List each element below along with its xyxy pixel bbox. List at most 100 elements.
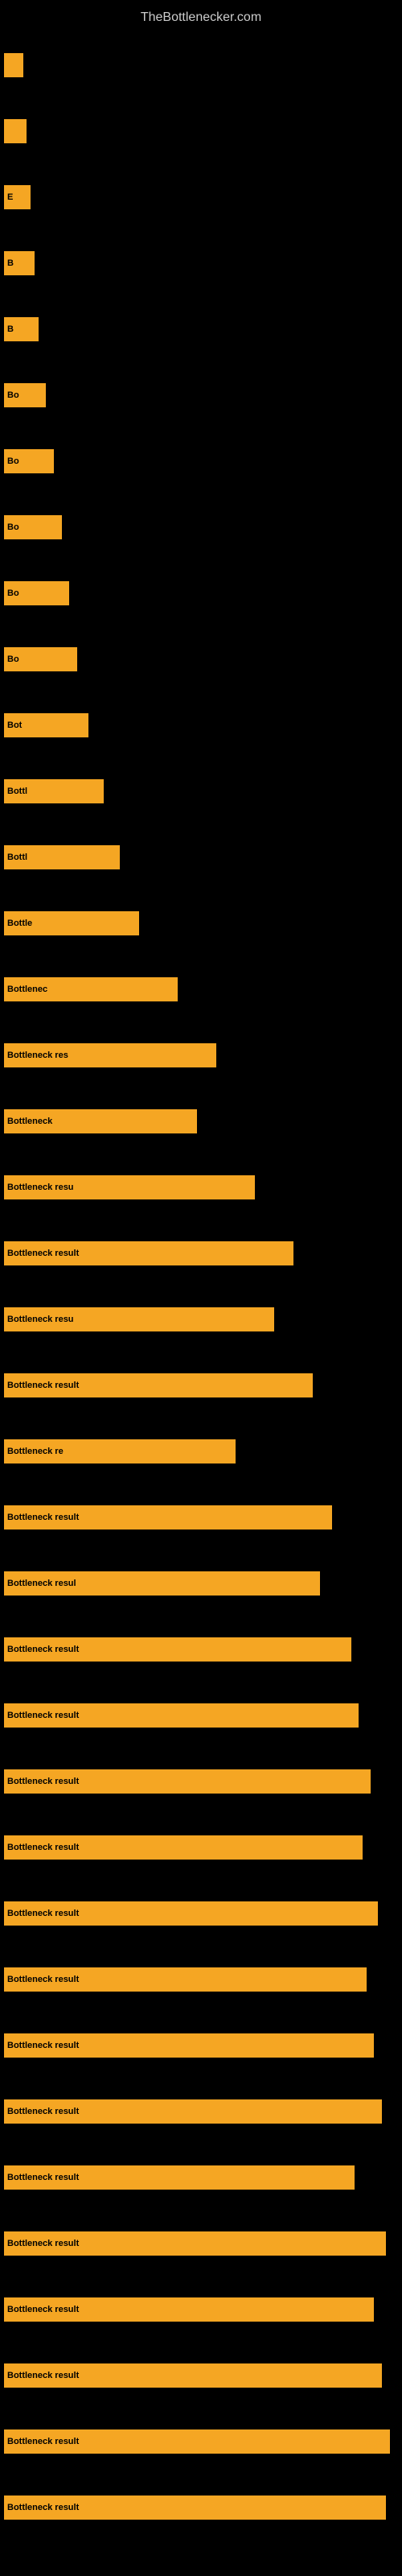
bar-label: Bottl xyxy=(7,852,27,862)
bar-label: Bottleneck result xyxy=(7,1381,79,1390)
bar-row: B xyxy=(4,230,398,296)
bar-label: B xyxy=(7,258,14,268)
bar-row: Bo xyxy=(4,626,398,692)
bottleneck-bar: Bottleneck result xyxy=(4,1769,371,1794)
bottleneck-bar: Bottleneck re xyxy=(4,1439,236,1463)
bar-row: Bo xyxy=(4,494,398,560)
bar-row: Bottleneck resu xyxy=(4,1154,398,1220)
bar-label: Bottleneck result xyxy=(7,1975,79,1984)
bar-label: Bottleneck result xyxy=(7,2305,79,2314)
bar-row: Bo xyxy=(4,362,398,428)
bar-label: Bottleneck result xyxy=(7,1513,79,1522)
bottleneck-bar: E xyxy=(4,185,31,209)
bottleneck-bar: Bottle xyxy=(4,911,139,935)
bar-row: Bottleneck result xyxy=(4,1880,398,1946)
bar-label: Bo xyxy=(7,456,19,466)
bar-row: Bot xyxy=(4,692,398,758)
bottleneck-bar: Bottleneck result xyxy=(4,1505,332,1530)
bar-label: Bottleneck result xyxy=(7,2239,79,2248)
bar-label: Bottleneck result xyxy=(7,1249,79,1258)
bottleneck-bar: Bottleneck result xyxy=(4,2363,382,2388)
bottleneck-bar: Bo xyxy=(4,647,77,671)
bottleneck-bar: Bottl xyxy=(4,779,104,803)
bottleneck-bar: Bottleneck result xyxy=(4,2429,390,2454)
bar-row: Bottle xyxy=(4,890,398,956)
bottleneck-bar: Bottleneck result xyxy=(4,2165,355,2190)
bar-label: Bo xyxy=(7,390,19,400)
bar-row xyxy=(4,32,398,98)
bar-row: Bottleneck result xyxy=(4,1682,398,1748)
bottleneck-bar: Bo xyxy=(4,581,69,605)
bars-container: E B B Bo Bo Bo Bo Bo Bot Bottl Bottl Bottle Bottlene… xyxy=(4,32,398,2541)
bar-row: Bo xyxy=(4,428,398,494)
bar-row: Bottleneck result xyxy=(4,2079,398,2145)
bottleneck-bar: Bottleneck result xyxy=(4,1967,367,1992)
bottleneck-bar: Bottleneck result xyxy=(4,1703,359,1728)
bar-label: Bottleneck result xyxy=(7,2503,79,2512)
bottleneck-bar: Bottleneck result xyxy=(4,2231,386,2256)
bar-label: Bottleneck result xyxy=(7,1909,79,1918)
bar-label: Bottleneck result xyxy=(7,2041,79,2050)
bar-label: Bot xyxy=(7,720,22,730)
bar-row: Bottleneck result xyxy=(4,1484,398,1550)
bottleneck-bar: Bottleneck result xyxy=(4,1901,378,1926)
bar-label: Bottleneck resu xyxy=(7,1183,74,1192)
bottleneck-bar: Bottleneck result xyxy=(4,2033,374,2058)
bottleneck-bar: Bottleneck result xyxy=(4,1241,293,1265)
bar-label: Bo xyxy=(7,654,19,664)
bar-row: Bottleneck result xyxy=(4,2475,398,2541)
bar-row: B xyxy=(4,296,398,362)
bar-label: Bottleneck result xyxy=(7,1777,79,1786)
bottleneck-bar: Bottl xyxy=(4,845,120,869)
bottleneck-bar: Bo xyxy=(4,383,46,407)
bar-label: Bottle xyxy=(7,919,32,928)
bar-row: Bottlenec xyxy=(4,956,398,1022)
bar-label: Bottleneck result xyxy=(7,2173,79,2182)
bar-label: Bottleneck re xyxy=(7,1447,64,1456)
bar-label: Bottleneck result xyxy=(7,1843,79,1852)
bar-row: Bottleneck result xyxy=(4,2343,398,2409)
bar-row: Bottleneck result xyxy=(4,1616,398,1682)
bottleneck-bar: Bottleneck resu xyxy=(4,1175,255,1199)
bar-row: Bottleneck result xyxy=(4,1748,398,1814)
bottleneck-bar: Bottleneck resu xyxy=(4,1307,274,1331)
bar-row: Bottleneck res xyxy=(4,1022,398,1088)
bottleneck-bar: Bo xyxy=(4,515,62,539)
bottleneck-bar xyxy=(4,53,23,77)
bottleneck-bar: Bottleneck xyxy=(4,1109,197,1133)
bar-row: Bottleneck result xyxy=(4,1814,398,1880)
bar-label: Bo xyxy=(7,588,19,598)
bar-label: Bo xyxy=(7,522,19,532)
bottleneck-bar: Bottleneck result xyxy=(4,2496,386,2520)
bar-label: Bottleneck resu xyxy=(7,1315,74,1324)
bottleneck-bar: Bot xyxy=(4,713,88,737)
bar-row: Bottleneck result xyxy=(4,2409,398,2475)
bar-row xyxy=(4,98,398,164)
bar-row: Bottleneck result xyxy=(4,2277,398,2343)
bottleneck-bar: Bottleneck result xyxy=(4,2297,374,2322)
bottleneck-bar: Bottleneck res xyxy=(4,1043,216,1067)
bar-label: Bottleneck res xyxy=(7,1051,68,1060)
bar-label: Bottlenec xyxy=(7,985,47,994)
site-title: TheBottlenecker.com xyxy=(0,4,402,31)
bar-row: Bottleneck resul xyxy=(4,1550,398,1616)
bar-label: Bottleneck result xyxy=(7,2107,79,2116)
bar-row: Bottleneck result xyxy=(4,1946,398,2013)
bar-label: Bottleneck result xyxy=(7,2371,79,2380)
bar-label: Bottl xyxy=(7,786,27,796)
bar-row: Bottleneck result xyxy=(4,1220,398,1286)
bottleneck-bar: Bottlenec xyxy=(4,977,178,1001)
bar-row: Bottleneck result xyxy=(4,2145,398,2211)
bar-label: B xyxy=(7,324,14,334)
bottleneck-bar: B xyxy=(4,317,39,341)
bottleneck-bar: Bo xyxy=(4,449,54,473)
bar-row: E xyxy=(4,164,398,230)
bar-row: Bottleneck re xyxy=(4,1418,398,1484)
bar-row: Bottleneck result xyxy=(4,1352,398,1418)
bar-row: Bottleneck xyxy=(4,1088,398,1154)
bar-row: Bottl xyxy=(4,824,398,890)
bar-label: Bottleneck resul xyxy=(7,1579,76,1588)
bar-label: E xyxy=(7,192,13,202)
bottleneck-bar: Bottleneck result xyxy=(4,1637,351,1662)
bottleneck-bar: Bottleneck result xyxy=(4,1835,363,1860)
